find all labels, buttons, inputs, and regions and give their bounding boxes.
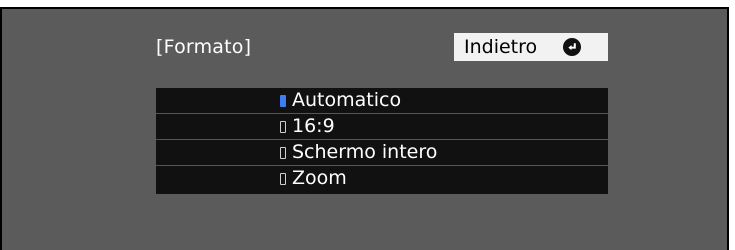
option-label: Schermo intero bbox=[292, 141, 438, 163]
enter-return-icon bbox=[563, 38, 581, 56]
radio-icon bbox=[280, 147, 286, 159]
aspect-options-list: Automatico 16:9 Schermo intero Zoom bbox=[156, 88, 608, 194]
back-button[interactable]: Indietro bbox=[454, 33, 608, 61]
option-automatico[interactable]: Automatico bbox=[156, 88, 608, 114]
back-button-label: Indietro bbox=[464, 36, 538, 58]
radio-icon bbox=[280, 173, 286, 185]
radio-icon bbox=[280, 121, 286, 133]
selected-radio-icon bbox=[280, 95, 286, 107]
osd-panel: [Formato] Indietro Automatico 16:9 Scher… bbox=[2, 9, 727, 250]
projector-osd: [Formato] Indietro Automatico 16:9 Scher… bbox=[0, 7, 729, 250]
menu-title: [Formato] bbox=[156, 36, 252, 58]
option-label: 16:9 bbox=[292, 115, 335, 137]
option-label: Automatico bbox=[292, 89, 402, 111]
option-label: Zoom bbox=[292, 167, 347, 189]
option-16-9[interactable]: 16:9 bbox=[156, 114, 608, 140]
option-zoom[interactable]: Zoom bbox=[156, 166, 608, 194]
option-schermo-intero[interactable]: Schermo intero bbox=[156, 140, 608, 166]
